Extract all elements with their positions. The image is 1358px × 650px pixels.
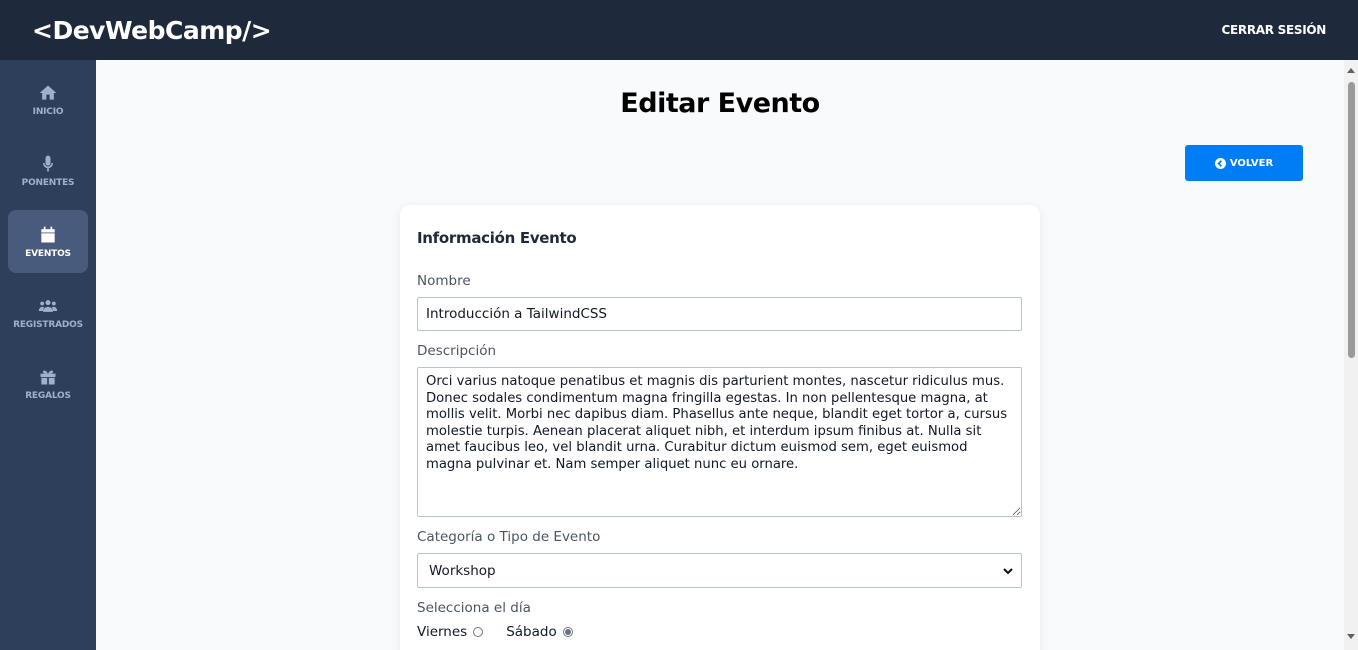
sabado-radio[interactable] <box>562 627 573 637</box>
sidebar-item-eventos[interactable]: EVENTOS <box>8 210 88 273</box>
back-button-label: VOLVER <box>1229 157 1274 169</box>
users-icon <box>38 299 58 312</box>
sidebar-item-label: REGISTRADOS <box>13 319 83 330</box>
sidebar-item-label: REGALOS <box>25 390 71 401</box>
top-bar: <DevWebCamp/> CERRAR SESIÓN <box>0 0 1358 60</box>
main-content: Editar Evento VOLVER Información Evento … <box>96 60 1344 650</box>
sidebar-item-regalos[interactable]: REGALOS <box>8 352 88 415</box>
sidebar-item-label: PONENTES <box>21 177 75 188</box>
calendar-icon <box>41 226 55 242</box>
form-section-title: Información Evento <box>417 229 577 247</box>
sidebar-item-label: INICIO <box>32 106 64 117</box>
microphone-icon <box>43 155 53 171</box>
nombre-label: Nombre <box>417 273 471 289</box>
event-form-card: Información Evento Nombre Introducción a… <box>400 205 1040 650</box>
sidebar-item-label: EVENTOS <box>25 248 71 259</box>
descripcion-textarea[interactable]: Orci varius natoque penatibus et magnis … <box>417 367 1022 517</box>
sidebar-item-inicio[interactable]: INICIO <box>8 68 88 131</box>
sidebar-item-ponentes[interactable]: PONENTES <box>8 139 88 202</box>
chevron-down-icon <box>1003 567 1013 574</box>
sidebar-item-registrados[interactable]: REGISTRADOS <box>8 281 88 344</box>
sabado-label: Sábado <box>506 624 557 640</box>
nombre-input[interactable]: Introducción a TailwindCSS <box>417 297 1022 331</box>
categoria-selected-value: Workshop <box>429 562 496 579</box>
scroll-down-arrow[interactable] <box>1347 634 1355 639</box>
logout-link[interactable]: CERRAR SESIÓN <box>1222 23 1327 37</box>
scroll-thumb[interactable] <box>1348 82 1355 358</box>
circle-arrow-left-icon <box>1214 157 1226 169</box>
dia-label: Selecciona el día <box>417 600 531 616</box>
gift-icon <box>40 370 56 384</box>
back-button[interactable]: VOLVER <box>1185 145 1303 181</box>
sidebar: INICIO PONENTES EVENTOS REGISTRADOS REGA… <box>0 60 96 650</box>
home-icon <box>39 85 57 100</box>
dia-radio-group: Viernes Sábado <box>417 624 1023 640</box>
viernes-radio[interactable] <box>473 627 484 637</box>
categoria-select[interactable]: Workshop <box>417 553 1022 588</box>
scroll-up-arrow[interactable] <box>1347 68 1355 73</box>
app-logo[interactable]: <DevWebCamp/> <box>32 16 272 45</box>
descripcion-label: Descripción <box>417 343 497 359</box>
page-scrollbar[interactable] <box>1344 60 1358 650</box>
viernes-label: Viernes <box>417 624 468 640</box>
page-title: Editar Evento <box>620 88 820 119</box>
categoria-label: Categoría o Tipo de Evento <box>417 529 601 545</box>
